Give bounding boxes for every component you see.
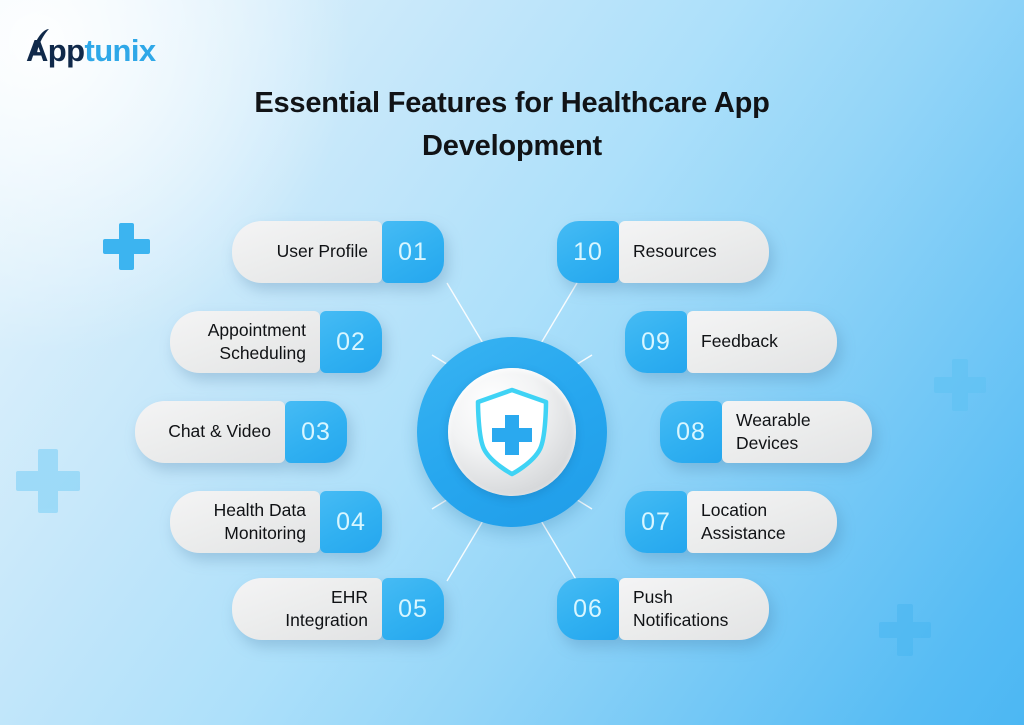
feature-card-02-body: Appointment Scheduling bbox=[170, 311, 320, 373]
feature-card-04-body: Health Data Monitoring bbox=[170, 491, 320, 553]
feature-label-07: Location Assistance bbox=[701, 499, 786, 543]
medical-shield-icon bbox=[475, 387, 549, 477]
feature-label-03: Chat & Video bbox=[168, 421, 271, 442]
feature-card-05[interactable]: EHR Integration 05 bbox=[232, 578, 444, 640]
feature-card-03[interactable]: Chat & Video 03 bbox=[135, 401, 347, 463]
feature-card-01-body: User Profile bbox=[232, 221, 382, 283]
feature-number-10: 10 bbox=[557, 221, 619, 283]
feature-card-02[interactable]: Appointment Scheduling 02 bbox=[170, 311, 382, 373]
feature-number-08: 08 bbox=[660, 401, 722, 463]
feature-card-06-body: Push Notifications bbox=[619, 578, 769, 640]
feature-label-05: EHR Integration bbox=[285, 586, 368, 630]
feature-card-10-body: Resources bbox=[619, 221, 769, 283]
feature-card-08[interactable]: 08 Wearable Devices bbox=[660, 401, 872, 463]
feature-label-09: Feedback bbox=[701, 331, 778, 352]
feature-label-01: User Profile bbox=[276, 241, 368, 262]
central-hub bbox=[417, 337, 607, 527]
feature-number-03: 03 bbox=[285, 401, 347, 463]
feature-label-06: Push Notifications bbox=[633, 586, 729, 630]
feature-card-07[interactable]: 07 Location Assistance bbox=[625, 491, 837, 553]
feature-number-01: 01 bbox=[382, 221, 444, 283]
feature-label-02: Appointment Scheduling bbox=[207, 319, 306, 363]
feature-number-04: 04 bbox=[320, 491, 382, 553]
feature-card-06[interactable]: 06 Push Notifications bbox=[557, 578, 769, 640]
feature-card-05-body: EHR Integration bbox=[232, 578, 382, 640]
feature-number-06: 06 bbox=[557, 578, 619, 640]
feature-number-05: 05 bbox=[382, 578, 444, 640]
feature-card-04[interactable]: Health Data Monitoring 04 bbox=[170, 491, 382, 553]
feature-card-03-body: Chat & Video bbox=[135, 401, 285, 463]
feature-label-10: Resources bbox=[633, 241, 717, 262]
feature-card-09[interactable]: 09 Feedback bbox=[625, 311, 837, 373]
feature-label-04: Health Data Monitoring bbox=[213, 499, 306, 543]
feature-card-08-body: Wearable Devices bbox=[722, 401, 872, 463]
feature-number-07: 07 bbox=[625, 491, 687, 553]
feature-number-09: 09 bbox=[625, 311, 687, 373]
feature-card-09-body: Feedback bbox=[687, 311, 837, 373]
feature-card-07-body: Location Assistance bbox=[687, 491, 837, 553]
feature-number-02: 02 bbox=[320, 311, 382, 373]
feature-label-08: Wearable Devices bbox=[736, 409, 811, 453]
feature-card-10[interactable]: 10 Resources bbox=[557, 221, 769, 283]
feature-card-01[interactable]: User Profile 01 bbox=[232, 221, 444, 283]
